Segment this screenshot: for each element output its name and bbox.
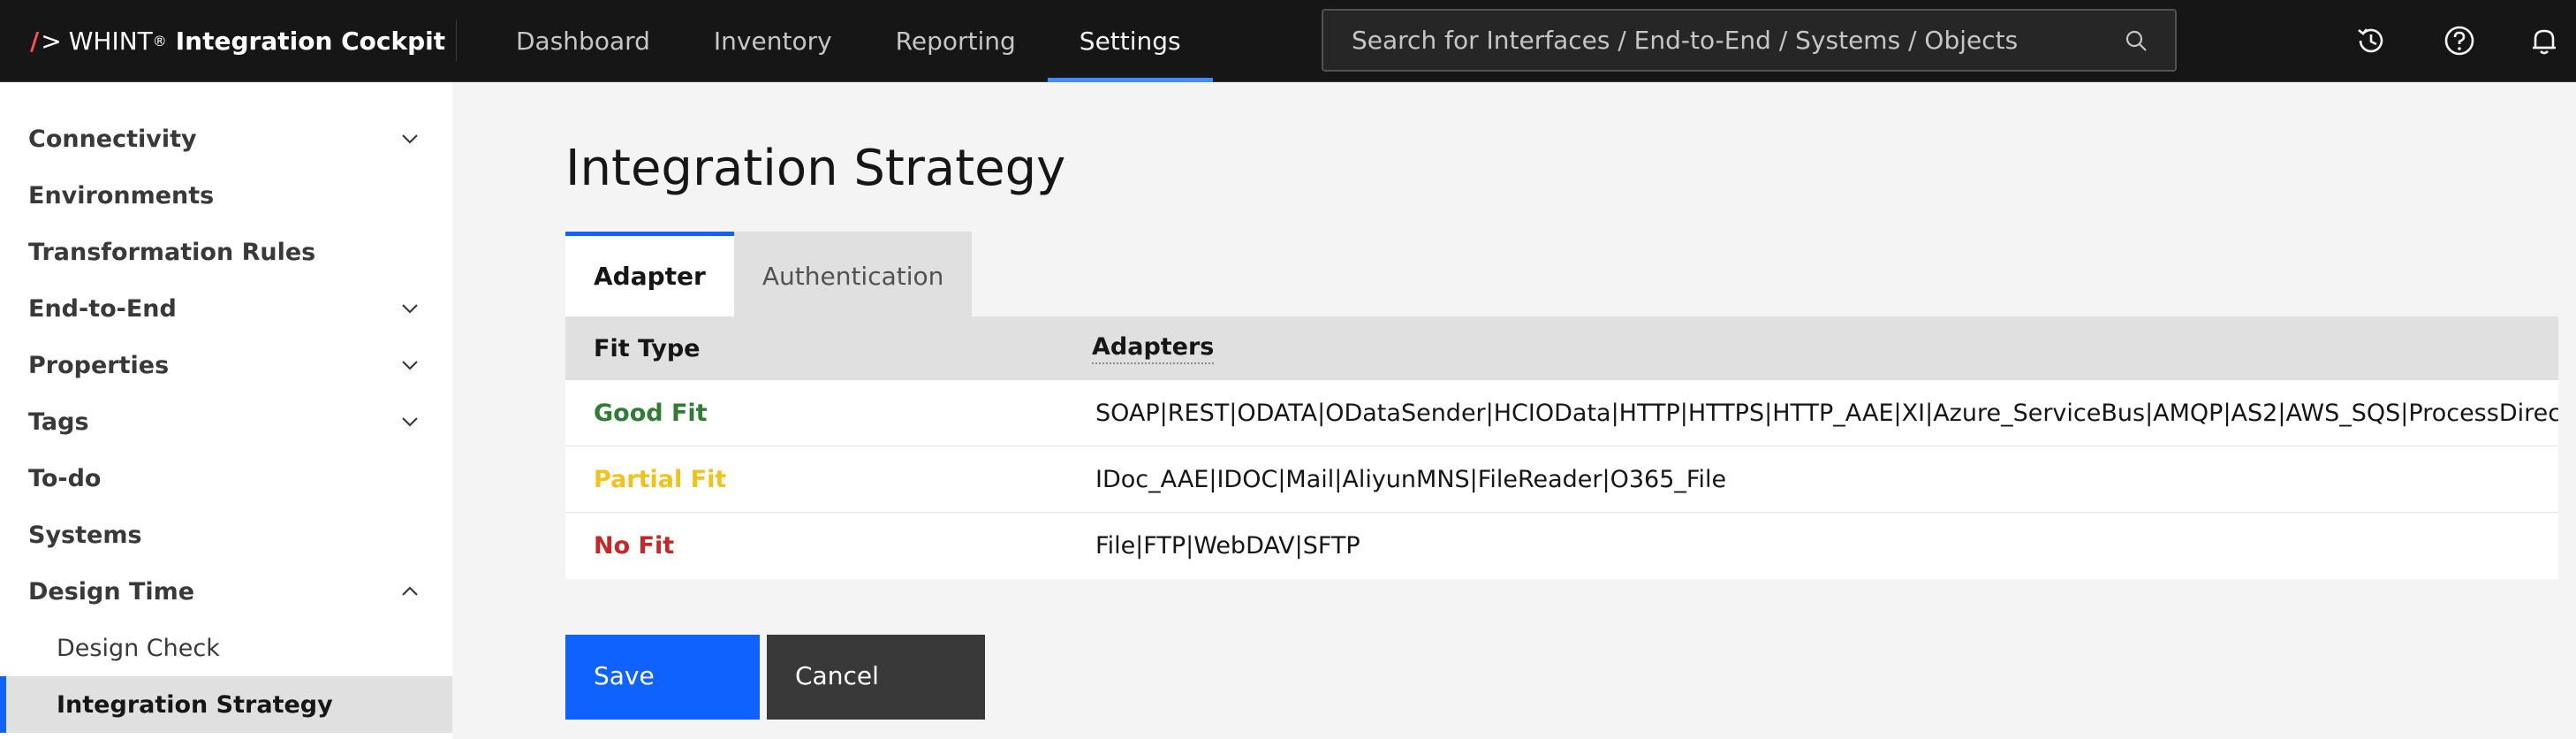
sidebar-item-label: Properties (28, 351, 170, 379)
fit-type-good: Good Fit (594, 400, 708, 427)
cancel-button[interactable]: Cancel (767, 635, 985, 720)
settings-sidebar: Connectivity Environments Transformation… (0, 82, 452, 739)
save-button[interactable]: Save (565, 635, 760, 720)
adapters-cell: IDoc_AAE|IDOC|Mail|AliyunMNS|FileReader|… (1095, 466, 1727, 493)
sidebar-subitem-design-check[interactable]: Design Check (0, 620, 452, 676)
global-search (1322, 9, 2177, 72)
history-icon[interactable] (2350, 19, 2392, 62)
table-row: Partial Fit IDoc_AAE|IDOC|Mail|AliyunMNS… (565, 446, 2558, 513)
chevron-down-icon (399, 411, 420, 438)
brand-logo[interactable]: / > WHINT ® Integration Cockpit (30, 0, 445, 82)
sidebar-item-design-time[interactable]: Design Time (0, 563, 452, 620)
adapters-cell: File|FTP|WebDAV|SFTP (1095, 532, 1360, 560)
brand-name: Integration Cockpit (175, 27, 446, 56)
sidebar-item-properties[interactable]: Properties (0, 337, 452, 393)
nav-dashboard[interactable]: Dashboard (484, 0, 682, 82)
fit-type-none: No Fit (594, 532, 675, 560)
page-title: Integration Strategy (565, 140, 1066, 197)
nav-reporting[interactable]: Reporting (864, 0, 1048, 82)
sidebar-item-label: Systems (28, 521, 142, 549)
table-header: Fit Type Adapters (565, 316, 2558, 380)
sidebar-item-transformation-rules[interactable]: Transformation Rules (0, 224, 452, 280)
sidebar-item-environments[interactable]: Environments (0, 167, 452, 224)
sidebar-item-label: Environments (28, 181, 215, 210)
search-input[interactable] (1323, 11, 2175, 70)
sidebar-item-label: To-do (28, 464, 102, 492)
adapters-cell: SOAP|REST|ODATA|ODataSender|HCIOData|HTT… (1095, 400, 2558, 427)
nav-inventory[interactable]: Inventory (682, 0, 864, 82)
sidebar-subitem-label: Design Check (57, 634, 220, 662)
tab-authentication[interactable]: Authentication (733, 232, 973, 316)
help-icon[interactable] (2438, 19, 2481, 62)
fit-type-partial: Partial Fit (594, 466, 727, 493)
header-divider (456, 19, 457, 62)
brand-chevron-icon: > (41, 27, 62, 56)
sidebar-item-end-to-end[interactable]: End-to-End (0, 280, 452, 337)
chevron-up-icon (399, 581, 420, 608)
chevron-down-icon (399, 128, 420, 156)
fit-type-table: Fit Type Adapters Good Fit SOAP|REST|ODA… (565, 316, 2558, 579)
sidebar-item-connectivity[interactable]: Connectivity (0, 110, 452, 167)
column-header-adapters[interactable]: Adapters (1092, 316, 1215, 380)
brand-prefix: WHINT (68, 27, 153, 56)
sidebar-item-to-do[interactable]: To-do (0, 450, 452, 507)
chevron-down-icon (399, 298, 420, 325)
sidebar-item-label: Transformation Rules (28, 238, 316, 266)
sidebar-item-label: Tags (28, 408, 89, 436)
table-row: Good Fit SOAP|REST|ODATA|ODataSender|HCI… (565, 380, 2558, 446)
sidebar-item-label: Connectivity (28, 125, 197, 153)
sidebar-item-systems[interactable]: Systems (0, 507, 452, 563)
notification-icon[interactable] (2523, 19, 2565, 62)
sidebar-item-tags[interactable]: Tags (0, 393, 452, 450)
sidebar-subitem-integration-strategy[interactable]: Integration Strategy (0, 676, 452, 733)
table-row: No Fit File|FTP|WebDAV|SFTP (565, 513, 2558, 579)
tab-adapter[interactable]: Adapter (565, 232, 734, 316)
strategy-tabs: Adapter Authentication (565, 232, 973, 316)
top-header: / > WHINT ® Integration Cockpit Dashboard … (0, 0, 2576, 82)
main-nav: Dashboard Inventory Reporting Settings (484, 0, 1213, 82)
brand-slash-icon: / (30, 27, 40, 56)
sidebar-subitem-label: Integration Strategy (57, 690, 333, 719)
nav-settings[interactable]: Settings (1047, 0, 1213, 82)
sidebar-item-label: Design Time (28, 577, 195, 606)
chevron-down-icon (399, 354, 420, 382)
brand-registered: ® (152, 33, 167, 50)
sidebar-item-label: End-to-End (28, 294, 177, 323)
search-icon[interactable] (2124, 28, 2148, 57)
column-header-fit-type: Fit Type (594, 334, 701, 362)
